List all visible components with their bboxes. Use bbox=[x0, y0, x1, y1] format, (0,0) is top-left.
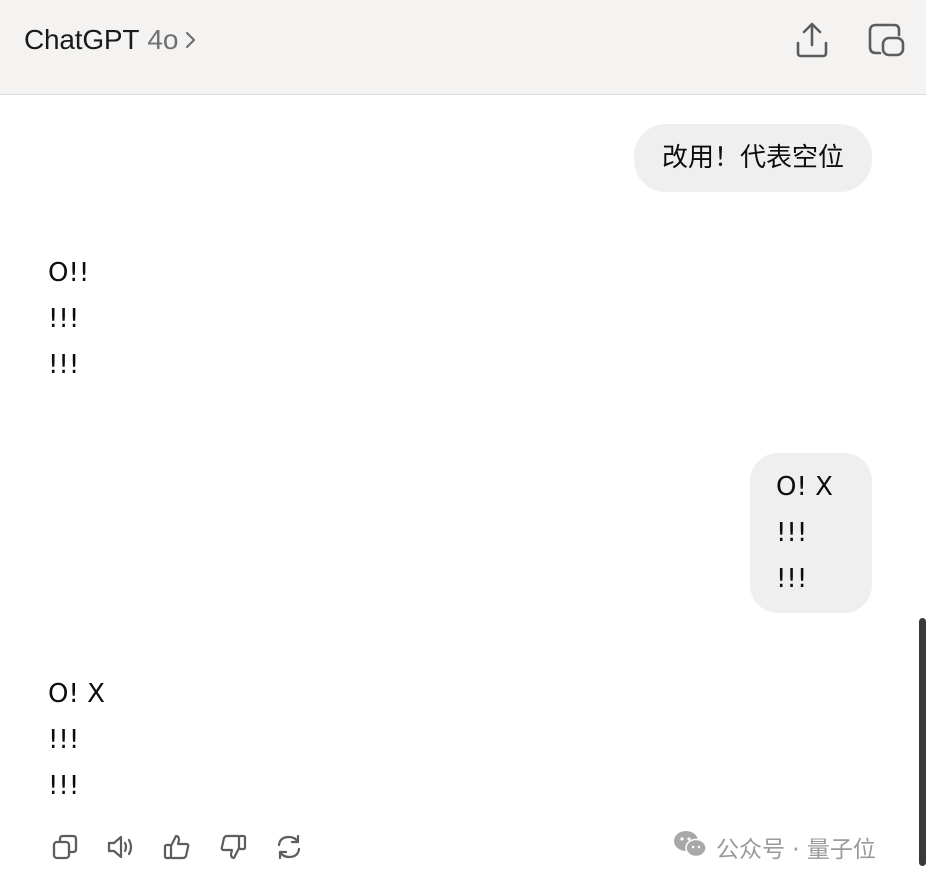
assistant-message: O!! !!! !!! bbox=[48, 250, 89, 388]
regenerate-button[interactable] bbox=[272, 832, 306, 866]
copy-icon bbox=[50, 832, 80, 866]
board-row: !!! bbox=[48, 725, 80, 755]
board-row: !!! bbox=[48, 350, 80, 380]
new-chat-button[interactable] bbox=[866, 22, 906, 62]
board-row: !!! bbox=[48, 771, 80, 801]
board-row: O! X bbox=[776, 472, 833, 502]
board-row: !!! bbox=[776, 518, 808, 548]
top-bar: ChatGPT 4o bbox=[0, 0, 926, 95]
watermark: 公众号 · 量子位 bbox=[672, 829, 876, 865]
copy-button[interactable] bbox=[48, 832, 82, 866]
board-row: !!! bbox=[48, 304, 80, 334]
share-button[interactable] bbox=[792, 22, 832, 62]
thumbs-down-icon bbox=[218, 832, 248, 866]
user-message-bubble: O! X !!! !!! bbox=[750, 453, 872, 613]
watermark-text: 公众号 · 量子位 bbox=[716, 837, 876, 863]
read-aloud-icon bbox=[105, 832, 137, 866]
board-row: O! X bbox=[48, 679, 105, 709]
share-icon bbox=[794, 21, 830, 63]
thumbs-up-icon bbox=[162, 832, 192, 866]
thumbs-up-button[interactable] bbox=[160, 832, 194, 866]
model-name: 4o bbox=[147, 24, 179, 55]
assistant-message: O! X !!! !!! bbox=[48, 671, 105, 809]
user-message-bubble: 改用！代表空位 bbox=[633, 124, 872, 192]
message-actions bbox=[48, 832, 306, 866]
regenerate-icon bbox=[274, 832, 304, 866]
board-row: !!! bbox=[776, 564, 808, 594]
thumbs-down-button[interactable] bbox=[216, 832, 250, 866]
new-chat-icon bbox=[866, 21, 906, 63]
model-selector[interactable]: ChatGPT 4o bbox=[24, 24, 198, 56]
chevron-right-icon bbox=[184, 29, 198, 51]
user-message-text: 改用！代表空位 bbox=[661, 143, 844, 173]
wechat-icon bbox=[672, 829, 708, 865]
read-aloud-button[interactable] bbox=[104, 832, 138, 866]
scrollbar-thumb[interactable] bbox=[919, 618, 926, 866]
app-name: ChatGPT bbox=[24, 24, 140, 55]
board-row: O!! bbox=[48, 258, 90, 288]
